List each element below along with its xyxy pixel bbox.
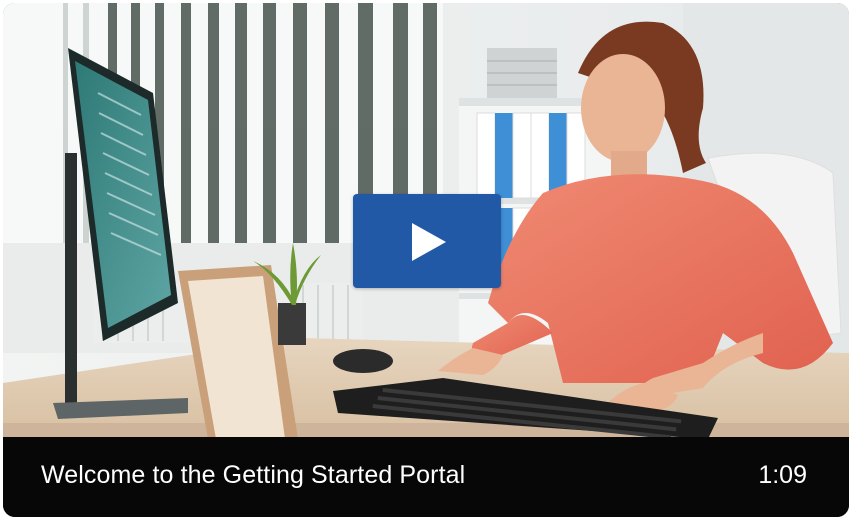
- video-duration: 1:09: [758, 461, 807, 489]
- caption-bar: Welcome to the Getting Started Portal 1:…: [3, 437, 849, 517]
- video-title: Welcome to the Getting Started Portal: [41, 461, 466, 489]
- video-thumbnail[interactable]: [3, 3, 849, 440]
- play-button[interactable]: [353, 194, 501, 288]
- video-player-card[interactable]: Welcome to the Getting Started Portal 1:…: [3, 3, 849, 517]
- play-icon: [412, 223, 446, 261]
